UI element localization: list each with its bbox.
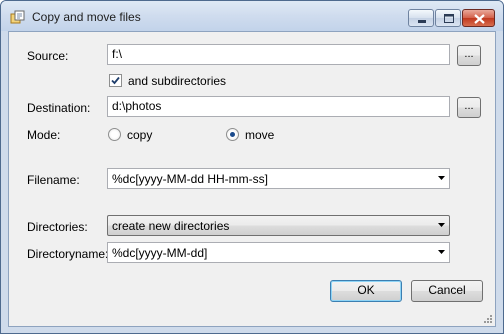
destination-label: Destination: — [27, 101, 91, 115]
close-button[interactable] — [462, 9, 495, 27]
filename-label: Filename: — [27, 173, 80, 187]
minimize-icon — [418, 20, 426, 23]
dialog-window: Copy and move files Source: f:\ ... and … — [0, 0, 504, 334]
checkmark-icon — [111, 76, 120, 85]
filename-value: %dc[yyyy-MM-dd HH-mm-ss] — [112, 172, 268, 186]
mode-copy-radio[interactable] — [108, 128, 121, 141]
subdirectories-label: and subdirectories — [128, 74, 227, 88]
directoryname-label: Directoryname: — [27, 247, 109, 261]
mode-move-radio[interactable] — [226, 128, 239, 141]
destination-browse-button[interactable]: ... — [457, 97, 481, 118]
minimize-button[interactable] — [408, 9, 434, 27]
chevron-down-icon[interactable] — [438, 223, 445, 227]
window-title: Copy and move files — [32, 10, 141, 24]
mode-move-label: move — [245, 128, 275, 142]
mode-label: Mode: — [27, 128, 61, 142]
copy-files-icon — [10, 10, 25, 24]
chevron-down-icon[interactable] — [438, 176, 445, 180]
title-bar[interactable]: Copy and move files — [1, 1, 503, 31]
source-input[interactable]: f:\ — [107, 44, 450, 65]
radio-selected-dot — [230, 132, 235, 137]
mode-copy-label: copy — [127, 128, 153, 142]
directories-dropdown[interactable]: create new directories — [107, 215, 450, 236]
source-browse-button[interactable]: ... — [457, 45, 481, 66]
maximize-icon — [444, 14, 454, 23]
resize-grip-icon[interactable] — [483, 314, 493, 324]
cancel-button[interactable]: Cancel — [411, 280, 483, 302]
directories-label: Directories: — [27, 220, 88, 234]
directoryname-combobox[interactable]: %dc[yyyy-MM-dd] — [107, 242, 450, 263]
destination-input[interactable]: d:\photos — [107, 96, 450, 117]
filename-combobox[interactable]: %dc[yyyy-MM-dd HH-mm-ss] — [107, 168, 450, 189]
button-footer: OK Cancel — [9, 268, 495, 326]
ok-button[interactable]: OK — [330, 280, 402, 302]
subdirectories-checkbox[interactable] — [109, 74, 122, 87]
close-icon — [474, 14, 485, 24]
chevron-down-icon[interactable] — [438, 250, 445, 254]
source-label: Source: — [27, 49, 69, 63]
directoryname-value: %dc[yyyy-MM-dd] — [112, 246, 208, 260]
maximize-button[interactable] — [435, 9, 461, 27]
dialog-body: Source: f:\ ... and subdirectories Desti… — [8, 31, 496, 327]
directories-value: create new directories — [112, 219, 230, 233]
